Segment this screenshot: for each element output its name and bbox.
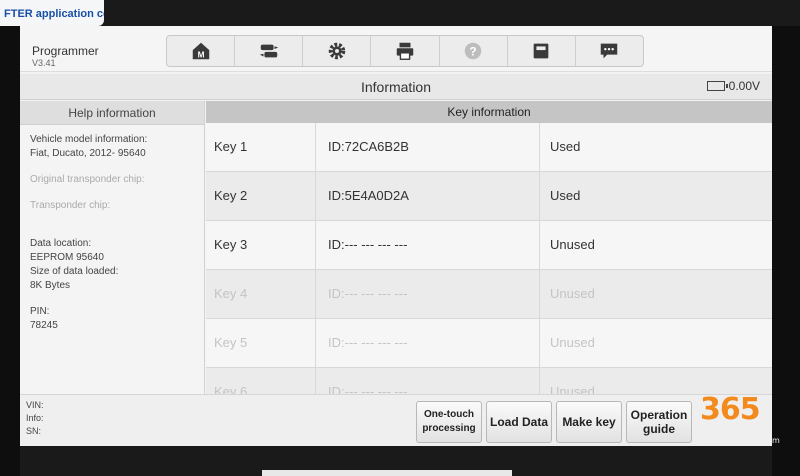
load-data-button[interactable]: Load Data [486,401,552,443]
vehicle-label: Vehicle model information: [30,134,148,145]
data-location-label: Data location: [30,238,92,249]
key-row[interactable]: Key 4 ID:--- --- --- --- Unused [206,270,772,319]
save-button[interactable] [508,36,576,66]
key-name: Key 3 [206,221,316,269]
key-id: ID:72CA6B2B [316,123,540,171]
print-button[interactable] [371,36,440,66]
application-sticker: FTER application completed [0,0,104,26]
battery-icon [706,81,728,91]
data-size-label: Size of data loaded: [30,266,119,277]
toolbar: M ? [166,35,644,67]
data-location-value: EEPROM 95640 [30,252,104,263]
watermark-logo: 365 [700,392,761,427]
transponder-chip-label: Transponder chip: [30,200,111,211]
original-chip-label: Original transponder chip: [30,174,145,185]
device-bezel-left [0,26,20,476]
watermark: 365 www.obdii365.com [700,392,800,452]
top-bar: Programmer V3.41 M ? [20,26,772,72]
key-status: Used [550,188,581,203]
key-row[interactable]: Key 1 ID:72CA6B2B Used [206,123,772,172]
printer-icon [396,42,414,60]
help-panel: Help information Vehicle model informati… [20,101,205,396]
key-id: ID:--- --- --- --- [316,221,540,269]
key-table: Key 1 ID:72CA6B2B Used Key 2 ID:5E4A0D2A… [206,123,772,401]
key-name: Key 1 [206,123,316,171]
device-meta: VIN: Info: SN: [26,399,44,438]
vehicle-swap-button[interactable] [235,36,304,66]
device-bottom-tab [262,470,512,476]
key-name: Key 2 [206,172,316,220]
question-icon: ? [464,42,482,60]
info-title: Information [360,79,432,95]
help-body: Vehicle model information: Fiat, Ducato,… [20,125,204,341]
device-screen: Programmer V3.41 M ? Information 0.00V H… [20,26,772,446]
battery-voltage: 0.00V [728,79,760,93]
key-status: Unused [550,286,595,301]
save-icon [533,43,549,59]
action-buttons: One-touch processing Load Data Make key … [416,401,692,443]
data-size-value: 8K Bytes [30,280,71,291]
app-title: Programmer [32,44,99,58]
key-row[interactable]: Key 2 ID:5E4A0D2A Used [206,172,772,221]
sn-label: SN: [26,426,42,436]
key-status: Used [550,139,581,154]
key-status: Unused [550,237,595,252]
key-header: Key information [206,101,772,123]
key-id: ID:--- --- --- --- [316,319,540,367]
help-button[interactable]: ? [440,36,508,66]
key-row[interactable]: Key 5 ID:--- --- --- --- Unused [206,319,772,368]
feedback-button[interactable] [576,36,643,66]
make-key-button[interactable]: Make key [556,401,622,443]
key-name: Key 4 [206,270,316,318]
home-button[interactable]: M [167,36,236,66]
operation-guide-button[interactable]: Operation guide [626,401,692,443]
app-version: V3.41 [32,58,56,68]
chat-icon [601,43,618,59]
battery-status: 0.00V [706,79,760,93]
svg-text:?: ? [469,45,476,59]
key-id: ID:5E4A0D2A [316,172,540,220]
settings-button[interactable] [303,36,372,66]
help-header: Help information [20,101,204,125]
pin-value: 78245 [30,320,58,331]
watermark-url: www.obdii365.com [704,436,780,445]
home-icon: M [192,42,209,59]
key-name: Key 5 [206,319,316,367]
key-status: Unused [550,335,595,350]
vehicle-value: Fiat, Ducato, 2012- 95640 [30,148,146,159]
key-panel: Key information Key 1 ID:72CA6B2B Used K… [206,101,772,401]
vin-label: VIN: [26,400,44,410]
pin-label: PIN: [30,306,50,317]
key-row[interactable]: Key 3 ID:--- --- --- --- Unused [206,221,772,270]
key-id: ID:--- --- --- --- [316,270,540,318]
one-touch-processing-button[interactable]: One-touch processing [416,401,482,443]
bottom-bar: VIN: Info: SN: One-touch processing Load… [20,394,772,446]
svg-text:M: M [197,50,204,59]
info-bar: Information 0.00V [20,74,772,100]
car-swap-icon [259,44,278,58]
info-label: Info: [26,413,44,423]
gear-icon [328,42,346,60]
